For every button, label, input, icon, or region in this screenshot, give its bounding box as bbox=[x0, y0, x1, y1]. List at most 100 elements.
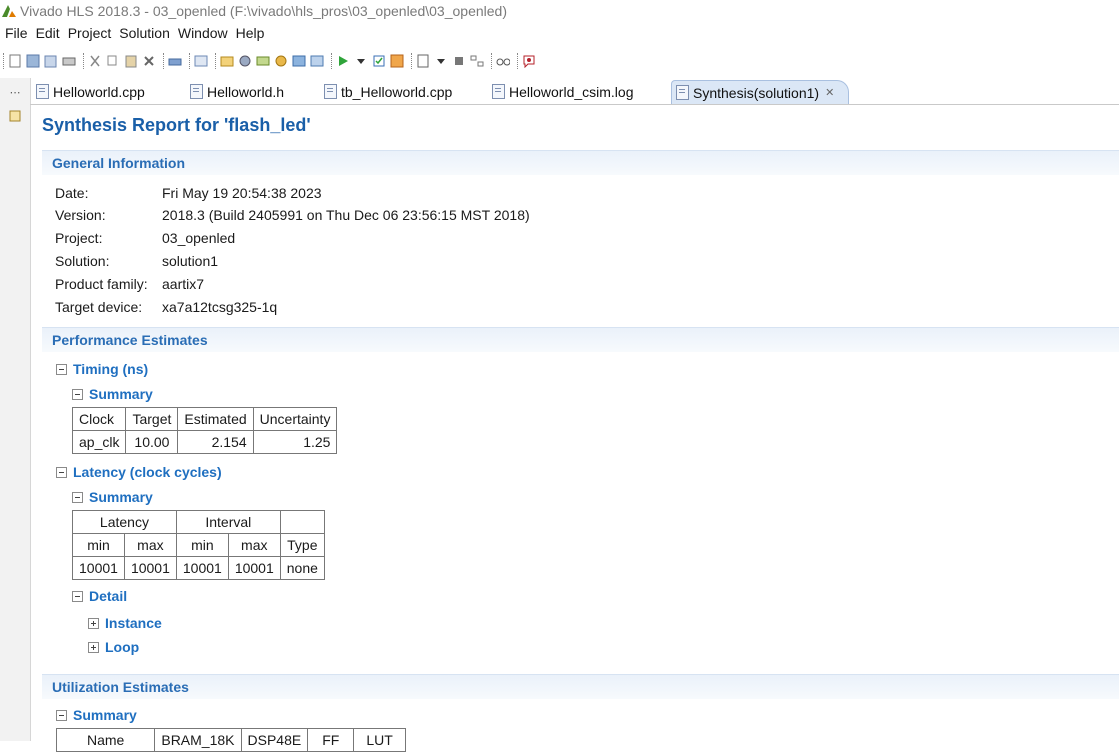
collapse-icon bbox=[56, 363, 67, 375]
restore-view-icon[interactable]: ⋯ bbox=[5, 82, 25, 102]
analysis-perspective-icon[interactable] bbox=[416, 54, 430, 68]
toolbar-separator bbox=[163, 53, 165, 69]
search-glasses-icon[interactable] bbox=[496, 54, 510, 68]
tab-label: Synthesis(solution1) bbox=[693, 84, 820, 101]
collapse-icon bbox=[72, 491, 83, 503]
editor-tab-bar: Helloworld.cpp Helloworld.h tb_Helloworl… bbox=[30, 80, 1119, 105]
new-solution-icon[interactable] bbox=[220, 54, 234, 68]
solution-settings-icon[interactable] bbox=[238, 54, 252, 68]
log-file-icon bbox=[492, 84, 505, 99]
info-row-version: Version: 2018.3 (Build 2405991 on Thu Dec… bbox=[55, 207, 530, 223]
paste-icon[interactable] bbox=[124, 54, 138, 68]
copy-icon[interactable] bbox=[106, 54, 120, 68]
info-row-project: Project: 03_openled bbox=[55, 230, 236, 246]
toolbar-separator bbox=[189, 53, 191, 69]
stop-icon[interactable] bbox=[452, 54, 466, 68]
new-file-icon[interactable] bbox=[8, 54, 22, 68]
general-information-header: General Information bbox=[42, 150, 1119, 175]
detail-section-toggle[interactable]: Detail bbox=[72, 588, 127, 604]
run-cosim-icon[interactable] bbox=[372, 54, 386, 68]
tab-label: tb_Helloworld.cpp bbox=[341, 83, 453, 100]
table-row: ap_clk 10.00 2.154 1.25 bbox=[71, 430, 338, 454]
timing-table: Clock Target Estimated Uncertainty ap_cl… bbox=[71, 407, 338, 454]
utilization-estimates-header: Utilization Estimates bbox=[42, 674, 1119, 699]
print-icon[interactable] bbox=[62, 54, 76, 68]
info-row-target-device: Target device: xa7a12tcsg325-1q bbox=[55, 299, 278, 315]
toolbar-separator bbox=[331, 53, 333, 69]
tab-helloworld-h[interactable]: Helloworld.h bbox=[190, 80, 284, 103]
minimized-views-strip: ⋯ bbox=[0, 78, 31, 741]
timing-section-toggle[interactable]: Timing (ns) bbox=[56, 361, 148, 377]
close-icon[interactable]: ✕ bbox=[825, 86, 834, 99]
utilization-table: Name BRAM_18K DSP48E FF LUT bbox=[55, 728, 406, 752]
tab-synthesis-solution1[interactable]: Synthesis(solution1) ✕ bbox=[671, 80, 850, 104]
collapse-icon bbox=[72, 590, 83, 602]
instance-section-toggle[interactable]: Instance bbox=[88, 615, 162, 631]
menu-help[interactable]: Help bbox=[236, 25, 265, 41]
tab-label: Helloworld_csim.log bbox=[509, 83, 634, 100]
print-preview-icon[interactable] bbox=[168, 54, 182, 68]
utilization-summary-toggle[interactable]: Summary bbox=[56, 707, 137, 723]
directive-icon[interactable] bbox=[256, 54, 270, 68]
menu-window[interactable]: Window bbox=[178, 25, 228, 41]
tab-helloworld-csim-log[interactable]: Helloworld_csim.log bbox=[492, 80, 634, 103]
report-title: Synthesis Report for 'flash_led' bbox=[42, 115, 311, 135]
table-header-row: Latency Interval bbox=[72, 510, 325, 534]
table-row: 10001 10001 10001 10001 none bbox=[72, 556, 325, 580]
report-file-icon bbox=[676, 85, 689, 100]
tab-tb-helloworld-cpp[interactable]: tb_Helloworld.cpp bbox=[324, 80, 452, 103]
collapse-icon bbox=[56, 709, 67, 721]
menu-project[interactable]: Project bbox=[68, 25, 112, 41]
collapse-icon bbox=[72, 388, 83, 400]
cpp-file-icon bbox=[36, 84, 49, 99]
dropdown-arrow-icon[interactable] bbox=[434, 54, 448, 68]
latency-summary-toggle[interactable]: Summary bbox=[72, 489, 153, 505]
loop-section-toggle[interactable]: Loop bbox=[88, 639, 139, 655]
menu-bar: File Edit Project Solution Window Help bbox=[0, 22, 1119, 44]
synthesis-report: Synthesis Report for 'flash_led' General… bbox=[30, 105, 1119, 752]
export-rtl-icon[interactable] bbox=[390, 54, 404, 68]
cut-icon[interactable] bbox=[88, 54, 102, 68]
header-file-icon bbox=[190, 84, 203, 99]
performance-estimates-header: Performance Estimates bbox=[42, 327, 1119, 352]
delete-icon[interactable] bbox=[142, 54, 156, 68]
layout-icon[interactable] bbox=[470, 54, 484, 68]
dropdown-arrow-icon[interactable] bbox=[354, 54, 368, 68]
save-all-icon[interactable] bbox=[44, 54, 58, 68]
expand-icon bbox=[88, 641, 99, 653]
latency-section-toggle[interactable]: Latency (clock cycles) bbox=[56, 464, 222, 480]
collapse-icon bbox=[56, 466, 67, 478]
run-csim-icon[interactable] bbox=[274, 54, 288, 68]
toolbar-separator bbox=[411, 53, 413, 69]
cpp-file-icon bbox=[324, 84, 337, 99]
toolbar-separator bbox=[83, 53, 85, 69]
table-header-row: Name BRAM_18K DSP48E FF LUT bbox=[55, 728, 406, 752]
expand-icon bbox=[88, 617, 99, 629]
tab-helloworld-cpp[interactable]: Helloworld.cpp bbox=[36, 80, 145, 103]
open-wave-icon[interactable] bbox=[310, 54, 324, 68]
run-synthesis-icon[interactable] bbox=[336, 54, 350, 68]
tab-label: Helloworld.h bbox=[207, 83, 285, 100]
help-icon[interactable] bbox=[522, 54, 536, 68]
latency-table: Latency Interval min max min max Type 10… bbox=[72, 510, 325, 580]
menu-file[interactable]: File bbox=[5, 25, 28, 41]
toolbar-separator bbox=[491, 53, 493, 69]
window-title: Vivado HLS 2018.3 - 03_openled (F:\vivad… bbox=[20, 3, 507, 19]
save-icon[interactable] bbox=[26, 54, 40, 68]
menu-edit[interactable]: Edit bbox=[36, 25, 60, 41]
table-subheader-row: min max min max Type bbox=[72, 533, 325, 557]
tab-label: Helloworld.cpp bbox=[53, 83, 145, 100]
window-titlebar: Vivado HLS 2018.3 - 03_openled (F:\vivad… bbox=[0, 0, 1119, 22]
table-header-row: Clock Target Estimated Uncertainty bbox=[71, 407, 338, 431]
compare-reports-icon[interactable] bbox=[292, 54, 306, 68]
explorer-view-icon[interactable] bbox=[5, 106, 25, 126]
menu-solution[interactable]: Solution bbox=[119, 25, 170, 41]
info-row-solution: Solution: solution1 bbox=[55, 253, 219, 269]
main-toolbar bbox=[0, 47, 1119, 75]
info-row-date: Date: Fri May 19 20:54:38 2023 bbox=[55, 185, 322, 201]
toolbar-separator bbox=[517, 53, 519, 69]
timing-summary-toggle[interactable]: Summary bbox=[72, 386, 153, 402]
toolbar-separator bbox=[215, 53, 217, 69]
project-settings-icon[interactable] bbox=[194, 54, 208, 68]
toolbar-separator bbox=[3, 53, 5, 69]
